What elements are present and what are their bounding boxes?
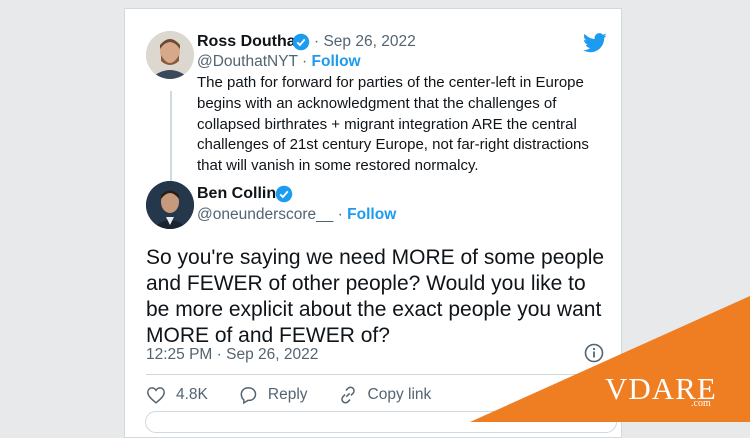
tweet-timestamp[interactable]: 12:25 PM · Sep 26, 2022 xyxy=(146,346,318,364)
verified-badge-icon xyxy=(275,185,293,203)
avatar-ben-collins[interactable] xyxy=(146,181,194,229)
avatar-portrait-icon xyxy=(146,31,194,79)
heart-icon xyxy=(147,387,165,404)
link-icon xyxy=(340,386,355,404)
quoted-handle-row: @DouthatNYT · Follow xyxy=(197,53,361,71)
quoted-date[interactable]: · Sep 26, 2022 xyxy=(314,33,416,51)
tweet-card: Ross Douthat · Sep 26, 2022 @DouthatNYT … xyxy=(124,8,622,438)
avatar-ross-douthat[interactable] xyxy=(146,31,194,79)
vdare-domain: .com xyxy=(691,398,711,409)
divider xyxy=(146,374,602,375)
follow-button[interactable]: Follow xyxy=(312,53,361,70)
quoted-handle[interactable]: @DouthatNYT xyxy=(197,53,298,70)
reply-label: Reply xyxy=(267,386,308,403)
separator-dot: · xyxy=(333,206,348,223)
quoted-author-name[interactable]: Ross Douthat xyxy=(197,33,301,51)
reply-handle[interactable]: @oneunderscore__ xyxy=(197,206,333,223)
avatar-portrait-icon xyxy=(146,181,194,229)
reply-button[interactable]: Reply xyxy=(238,385,308,405)
twitter-bird-icon[interactable] xyxy=(583,33,607,53)
bottom-pill-button[interactable] xyxy=(145,411,617,433)
info-icon[interactable] xyxy=(584,343,604,363)
quoted-tweet-text: The path for forward for parties of the … xyxy=(197,74,589,175)
tweet-actions: 4.8K Reply Copy link xyxy=(146,385,461,405)
follow-button[interactable]: Follow xyxy=(347,206,396,223)
verified-badge-icon xyxy=(292,33,310,51)
reply-tweet-text: So you're saying we need MORE of some pe… xyxy=(146,246,605,347)
like-count: 4.8K xyxy=(176,386,208,403)
reply-author-name[interactable]: Ben Collins xyxy=(197,185,285,203)
separator-dot: · xyxy=(297,53,312,70)
reply-handle-row: @oneunderscore__ · Follow xyxy=(197,206,396,224)
copy-link-label: Copy link xyxy=(367,386,432,403)
reply-icon xyxy=(240,387,257,405)
copy-link-button[interactable]: Copy link xyxy=(338,385,432,405)
like-button[interactable]: 4.8K xyxy=(146,386,208,404)
thread-connector-line xyxy=(170,91,172,181)
